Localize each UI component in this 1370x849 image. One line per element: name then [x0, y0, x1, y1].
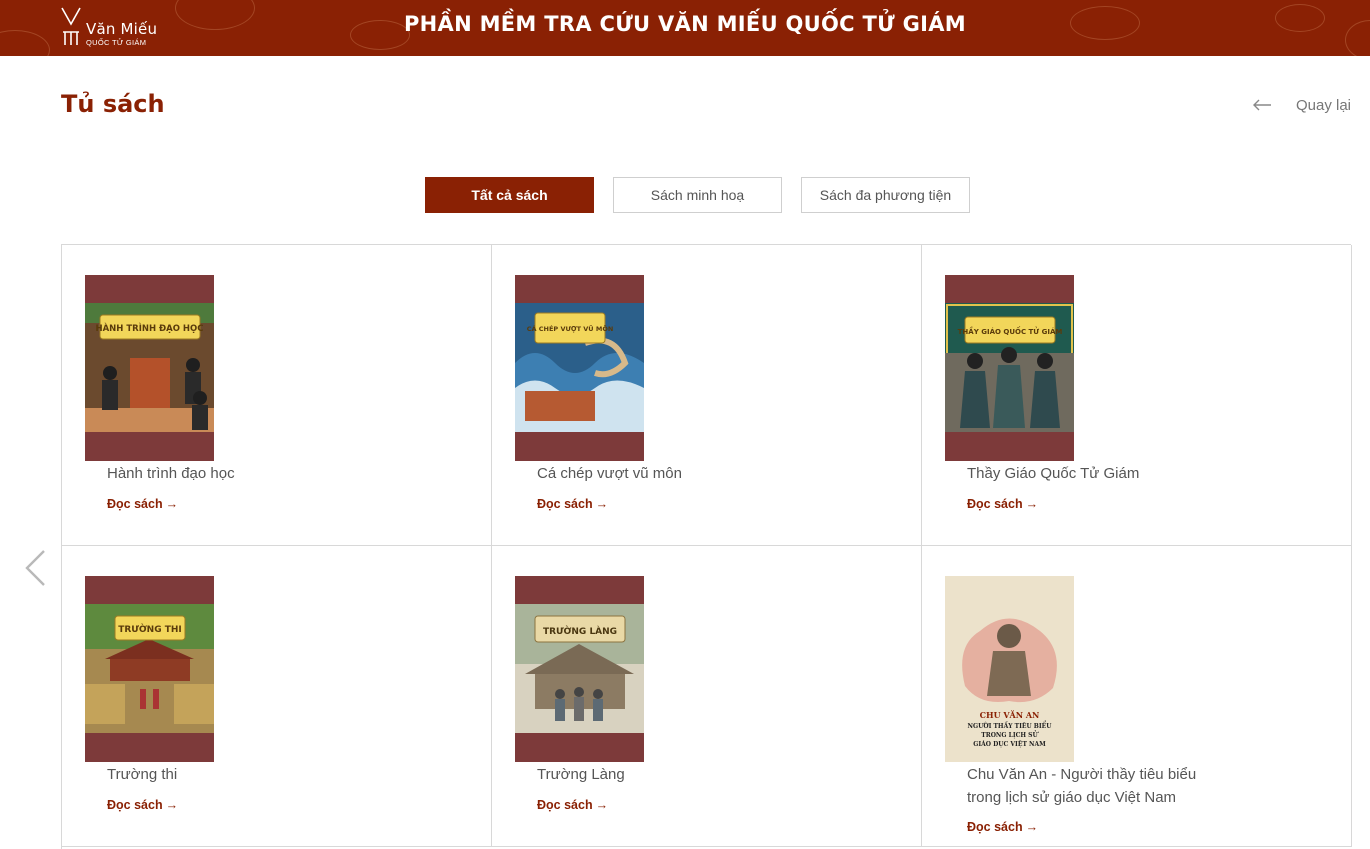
top-bar: Văn Miếu QUỐC TỬ GIÁM PHẦN MỀM TRA CỨU V…: [0, 0, 1370, 56]
filter-tabs: Tất cả sách Sách minh hoạ Sách đa phương…: [425, 177, 970, 213]
tab-all-books[interactable]: Tất cả sách: [425, 177, 594, 213]
app-title: PHẦN MỀM TRA CỨU VĂN MIẾU QUỐC TỬ GIÁM: [403, 12, 966, 36]
arrow-right-icon: →: [165, 798, 179, 812]
book-grid: HÀNH TRÌNH ĐẠO HỌC Hành trình đạo học Đọ…: [61, 244, 1352, 849]
book-card[interactable]: HÀNH TRÌNH ĐẠO HỌC Hành trình đạo học Đọ…: [62, 245, 492, 546]
svg-text:TRƯỜNG LÀNG: TRƯỜNG LÀNG: [543, 625, 617, 637]
arrow-right-icon: →: [1025, 497, 1039, 511]
chevron-left-icon[interactable]: [22, 548, 48, 588]
svg-text:HÀNH TRÌNH ĐẠO HỌC: HÀNH TRÌNH ĐẠO HỌC: [95, 322, 203, 334]
arrow-right-icon: →: [595, 497, 609, 511]
read-book-link[interactable]: Đọc sách →: [967, 497, 1038, 511]
arrow-right-icon: →: [595, 798, 609, 812]
book-cover-illustration: CÁ CHÉP VƯỢT VŨ MÔN: [515, 303, 644, 432]
book-title: Cá chép vượt vũ môn: [537, 465, 682, 482]
book-cover[interactable]: CÁ CHÉP VƯỢT VŨ MÔN: [515, 275, 644, 461]
book-title: Hành trình đạo học: [107, 465, 235, 482]
book-title: Trường thi: [107, 766, 178, 783]
book-cover[interactable]: TRƯỜNG LÀNG: [515, 576, 644, 762]
book-cover[interactable]: CHU VĂN AN NGƯỜI THẦY TIÊU BIỂU TRONG LỊ…: [945, 576, 1074, 762]
book-card[interactable]: TRƯỜNG THI Trường thi Đọc sách →: [62, 546, 492, 847]
svg-text:CHU VĂN AN: CHU VĂN AN: [980, 710, 1040, 720]
logo-subtitle: QUỐC TỬ GIÁM: [86, 38, 147, 47]
book-cover-illustration: TRƯỜNG THI: [85, 604, 214, 733]
book-cover[interactable]: TRƯỜNG THI: [85, 576, 214, 762]
book-title: Thầy Giáo Quốc Tử Giám: [967, 465, 1140, 482]
book-title: Chu Văn An - Người thầy tiêu biểu trong …: [967, 766, 1197, 806]
arrow-right-icon: →: [165, 497, 179, 511]
read-book-link[interactable]: Đọc sách →: [107, 798, 178, 812]
book-card[interactable]: CHU VĂN AN NGƯỜI THẦY TIÊU BIỂU TRONG LỊ…: [922, 546, 1352, 847]
svg-text:TRƯỜNG THI: TRƯỜNG THI: [118, 623, 182, 635]
tab-multimedia-books[interactable]: Sách đa phương tiện: [801, 177, 970, 213]
back-button[interactable]: Quay lại: [1252, 94, 1351, 116]
read-book-link[interactable]: Đọc sách →: [537, 798, 608, 812]
book-title: Trường Làng: [537, 766, 625, 783]
book-cover[interactable]: THẦY GIÁO QUỐC TỬ GIÁM: [945, 275, 1074, 461]
book-card[interactable]: CÁ CHÉP VƯỢT VŨ MÔN Cá chép vượt vũ môn …: [492, 245, 922, 546]
svg-text:GIÁO DỤC VIỆT NAM: GIÁO DỤC VIỆT NAM: [973, 740, 1046, 748]
book-cover-illustration: TRƯỜNG LÀNG: [515, 604, 644, 733]
book-card[interactable]: THẦY GIÁO QUỐC TỬ GIÁM Thầy Giáo Quốc Tử…: [922, 245, 1352, 546]
svg-text:TRONG LỊCH SỬ: TRONG LỊCH SỬ: [981, 731, 1039, 739]
arrow-left-icon: [1252, 99, 1271, 111]
book-cover[interactable]: HÀNH TRÌNH ĐẠO HỌC: [85, 275, 214, 461]
page-title: Tủ sách: [61, 90, 165, 118]
book-cover-illustration: CHU VĂN AN NGƯỜI THẦY TIÊU BIỂU TRONG LỊ…: [945, 576, 1074, 762]
book-cover-illustration: HÀNH TRÌNH ĐẠO HỌC: [85, 303, 214, 432]
read-book-link[interactable]: Đọc sách →: [107, 497, 178, 511]
book-card[interactable]: TRƯỜNG LÀNG Trường Làng Đọc sách →: [492, 546, 922, 847]
svg-text:CÁ CHÉP VƯỢT VŨ MÔN: CÁ CHÉP VƯỢT VŨ MÔN: [527, 324, 614, 333]
read-book-link[interactable]: Đọc sách →: [537, 497, 608, 511]
book-cover-illustration: THẦY GIÁO QUỐC TỬ GIÁM: [945, 303, 1074, 432]
read-book-link[interactable]: Đọc sách →: [967, 820, 1038, 834]
arrow-right-icon: →: [1025, 820, 1039, 834]
svg-text:THẦY GIÁO QUỐC TỬ GIÁM: THẦY GIÁO QUỐC TỬ GIÁM: [958, 326, 1063, 336]
svg-text:NGƯỜI THẦY TIÊU BIỂU: NGƯỜI THẦY TIÊU BIỂU: [968, 721, 1053, 730]
tab-illustrated-books[interactable]: Sách minh hoạ: [613, 177, 782, 213]
back-label: Quay lại: [1295, 96, 1351, 114]
